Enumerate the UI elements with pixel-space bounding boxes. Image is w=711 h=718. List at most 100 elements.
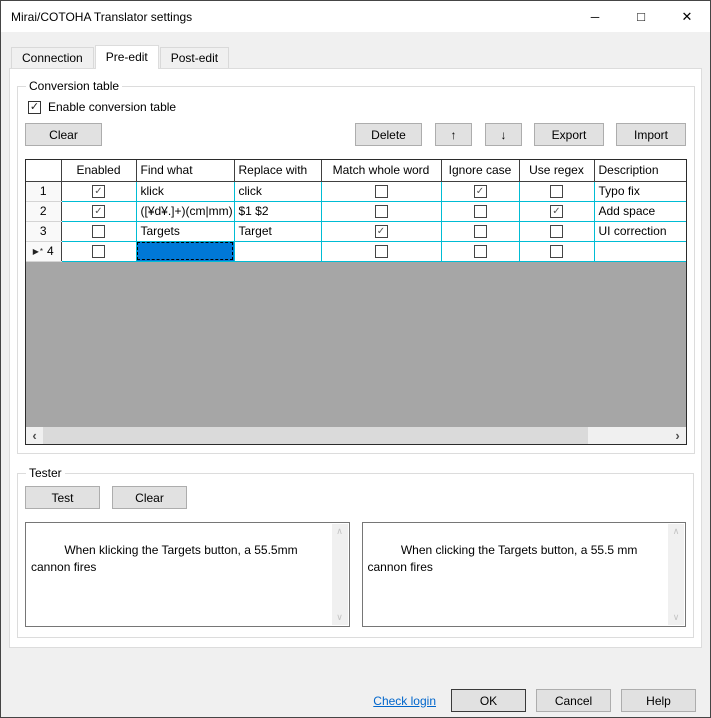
use-regex-checkbox[interactable] [550,185,563,198]
use-regex-checkbox[interactable]: ✓ [550,205,563,218]
description-cell[interactable]: Typo fix [594,181,686,201]
row-header-corner[interactable] [26,160,61,181]
vertical-scrollbar[interactable]: ∧ ∨ [668,524,684,625]
col-header-match-whole-word[interactable]: Match whole word [321,160,441,181]
match-whole-word-cell[interactable] [321,181,441,201]
enable-conversion-checkbox[interactable]: ✓ [28,101,41,114]
tester-source-textbox[interactable]: When klicking the Targets button, a 55.5… [25,522,350,627]
dialog-footer: Check login OK Cancel Help [9,689,696,712]
up-arrow-icon: ↑ [451,128,457,142]
use-regex-checkbox[interactable] [550,225,563,238]
find-what-cell[interactable]: Targets [136,221,234,241]
row-header[interactable]: 2 [26,201,61,221]
ok-button[interactable]: OK [451,689,526,712]
col-header-replace-with[interactable]: Replace with [234,160,321,181]
grid-row-2: 2 ✓ ([¥d¥.]+)(cm|mm) $1 $2 ✓ Add space [26,201,686,221]
description-cell[interactable]: UI correction [594,221,686,241]
col-header-use-regex[interactable]: Use regex [519,160,594,181]
conversion-table-group-label: Conversion table [26,79,122,93]
description-cell[interactable]: Add space [594,201,686,221]
col-header-enabled[interactable]: Enabled [61,160,136,181]
tester-fields: When klicking the Targets button, a 55.5… [25,522,686,627]
maximize-button[interactable]: □ [618,1,664,32]
tab-connection[interactable]: Connection [11,47,94,68]
delete-row-button[interactable]: Delete [355,123,422,146]
match-whole-word-cell[interactable]: ✓ [321,221,441,241]
export-button[interactable]: Export [534,123,604,146]
minimize-button[interactable]: ─ [572,1,618,32]
use-regex-cell[interactable]: ✓ [519,201,594,221]
use-regex-cell[interactable] [519,241,594,261]
match-whole-word-checkbox[interactable] [375,185,388,198]
col-header-ignore-case[interactable]: Ignore case [441,160,519,181]
match-whole-word-checkbox[interactable] [375,245,388,258]
scroll-up-icon[interactable]: ∧ [673,524,680,539]
col-header-find-what[interactable]: Find what [136,160,234,181]
tester-clear-button[interactable]: Clear [112,486,187,509]
use-regex-cell[interactable] [519,221,594,241]
tester-result-text: When clicking the Targets button, a 55.5… [368,543,641,574]
col-header-description[interactable]: Description [594,160,686,181]
tab-post-edit[interactable]: Post-edit [160,47,229,68]
use-regex-cell[interactable] [519,181,594,201]
match-whole-word-cell[interactable] [321,241,441,261]
enabled-checkbox[interactable]: ✓ [92,185,105,198]
ignore-case-cell[interactable] [441,221,519,241]
cancel-button[interactable]: Cancel [536,689,611,712]
scroll-down-icon[interactable]: ∨ [673,610,680,625]
use-regex-checkbox[interactable] [550,245,563,258]
enabled-checkbox[interactable] [92,245,105,258]
scroll-left-icon[interactable]: ‹ [26,427,43,444]
replace-with-cell[interactable] [234,241,321,261]
match-whole-word-cell[interactable] [321,201,441,221]
find-what-cell-selected[interactable] [136,241,234,261]
description-cell[interactable] [594,241,686,261]
move-row-down-button[interactable]: ↓ [485,123,522,146]
find-what-cell[interactable]: ([¥d¥.]+)(cm|mm) [136,201,234,221]
replace-with-cell[interactable]: Target [234,221,321,241]
scrollbar-thumb[interactable] [43,427,588,444]
replace-with-cell[interactable]: click [234,181,321,201]
conversion-table-group: Conversion table ✓ Enable conversion tab… [17,79,695,454]
move-row-up-button[interactable]: ↑ [435,123,472,146]
ignore-case-cell[interactable] [441,241,519,261]
enabled-cell[interactable] [61,241,136,261]
clear-table-button[interactable]: Clear [25,123,102,146]
enabled-cell[interactable] [61,221,136,241]
import-button[interactable]: Import [616,123,686,146]
tester-group-label: Tester [26,466,65,480]
vertical-scrollbar[interactable]: ∧ ∨ [332,524,348,625]
replace-with-cell[interactable]: $1 $2 [234,201,321,221]
close-button[interactable]: ✕ [664,1,710,32]
find-what-cell[interactable]: klick [136,181,234,201]
enabled-checkbox[interactable]: ✓ [92,205,105,218]
tester-result-textbox[interactable]: When clicking the Targets button, a 55.5… [362,522,687,627]
horizontal-scrollbar[interactable]: ‹ › [26,427,686,444]
scroll-right-icon[interactable]: › [669,427,686,444]
ignore-case-cell[interactable] [441,201,519,221]
enable-conversion-row: ✓ Enable conversion table [28,100,687,114]
ignore-case-checkbox[interactable] [474,245,487,258]
tab-pre-edit[interactable]: Pre-edit [95,45,159,69]
dialog-window: Mirai/COTOHA Translator settings ─ □ ✕ C… [0,0,711,718]
enabled-checkbox[interactable] [92,225,105,238]
row-header[interactable]: 3 [26,221,61,241]
ignore-case-checkbox[interactable]: ✓ [474,185,487,198]
scroll-down-icon[interactable]: ∨ [336,610,343,625]
scroll-up-icon[interactable]: ∧ [336,524,343,539]
tab-strip: Connection Pre-edit Post-edit [1,45,710,68]
check-login-link[interactable]: Check login [373,694,436,708]
row-header-new-row[interactable]: ▶* 4 [26,241,61,261]
help-button[interactable]: Help [621,689,696,712]
enabled-cell[interactable]: ✓ [61,201,136,221]
ignore-case-checkbox[interactable] [474,225,487,238]
ignore-case-checkbox[interactable] [474,205,487,218]
down-arrow-icon: ↓ [501,128,507,142]
test-button[interactable]: Test [25,486,100,509]
match-whole-word-checkbox[interactable] [375,205,388,218]
ignore-case-cell[interactable]: ✓ [441,181,519,201]
grid-header-row: Enabled Find what Replace with Match who… [26,160,686,181]
enabled-cell[interactable]: ✓ [61,181,136,201]
match-whole-word-checkbox[interactable]: ✓ [375,225,388,238]
row-header[interactable]: 1 [26,181,61,201]
